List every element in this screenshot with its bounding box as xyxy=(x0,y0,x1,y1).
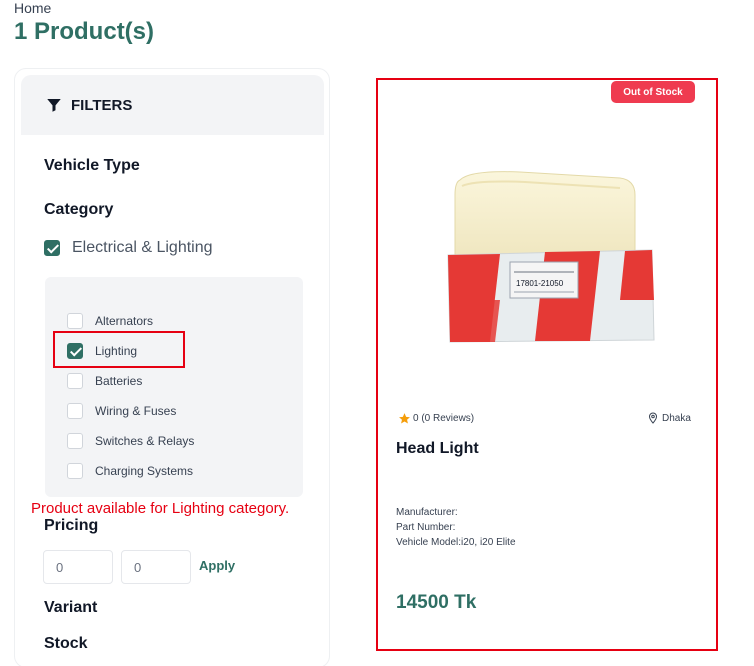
apply-price-button[interactable]: Apply xyxy=(199,558,235,573)
rating-text: 0 (0 Reviews) xyxy=(413,413,475,424)
subcategory-list: Alternators Lighting Batteries Wiring & … xyxy=(45,277,303,497)
category-electrical-lighting[interactable]: Electrical & Lighting xyxy=(44,239,213,257)
electrical-lighting-checkbox[interactable] xyxy=(44,240,60,256)
breadcrumb[interactable]: Home xyxy=(14,0,51,16)
product-image[interactable]: 17801-21050 xyxy=(430,150,670,360)
manufacturer-label: Manufacturer: xyxy=(396,507,458,518)
pricing-section: Pricing xyxy=(44,517,99,534)
vehicle-type-section[interactable]: Vehicle Type xyxy=(44,157,140,175)
filter-icon xyxy=(47,99,61,112)
wiring-fuses-checkbox[interactable] xyxy=(67,403,83,419)
category-section[interactable]: Category xyxy=(44,201,113,219)
stock-badge: Out of Stock xyxy=(611,81,695,103)
subcategory-label: Switches & Relays xyxy=(95,434,195,448)
vehicle-model-label: Vehicle Model:i20, i20 Elite xyxy=(396,537,516,548)
box-code-label: 17801-21050 xyxy=(516,279,564,288)
star-icon xyxy=(399,413,410,424)
subcategory-batteries[interactable]: Batteries xyxy=(67,373,142,389)
page-title: 1 Product(s) xyxy=(14,18,155,45)
subcategory-wiring-fuses[interactable]: Wiring & Fuses xyxy=(67,403,176,419)
switches-relays-checkbox[interactable] xyxy=(67,433,83,449)
subcategory-label: Batteries xyxy=(95,374,143,388)
subcategory-alternators[interactable]: Alternators xyxy=(67,313,153,329)
product-name[interactable]: Head Light xyxy=(396,440,479,458)
lighting-highlight-box xyxy=(53,331,185,368)
filter-header: FILTERS xyxy=(21,75,324,135)
rating: 0 (0 Reviews) xyxy=(398,412,474,425)
annotation-text: Product available for Lighting category. xyxy=(31,500,290,517)
product-price: 14500 Tk xyxy=(396,592,477,613)
alternators-checkbox[interactable] xyxy=(67,313,83,329)
variant-section[interactable]: Variant xyxy=(44,599,97,617)
subcategory-charging-systems[interactable]: Charging Systems xyxy=(67,463,193,479)
electrical-lighting-label: Electrical & Lighting xyxy=(72,239,213,256)
subcategory-switches-relays[interactable]: Switches & Relays xyxy=(67,433,194,449)
filter-header-label: FILTERS xyxy=(71,96,133,114)
batteries-checkbox[interactable] xyxy=(67,373,83,389)
price-min-input[interactable]: 0 xyxy=(43,550,113,584)
part-number-label: Part Number: xyxy=(396,522,456,533)
price-max-input[interactable]: 0 xyxy=(121,550,191,584)
subcategory-label: Wiring & Fuses xyxy=(95,404,177,418)
subcategory-label: Alternators xyxy=(95,314,154,328)
subcategory-label: Charging Systems xyxy=(95,464,194,478)
stock-section[interactable]: Stock xyxy=(44,635,88,653)
location-pin-icon xyxy=(648,412,658,424)
charging-systems-checkbox[interactable] xyxy=(67,463,83,479)
location: Dhaka xyxy=(647,412,691,424)
location-text: Dhaka xyxy=(662,412,691,424)
